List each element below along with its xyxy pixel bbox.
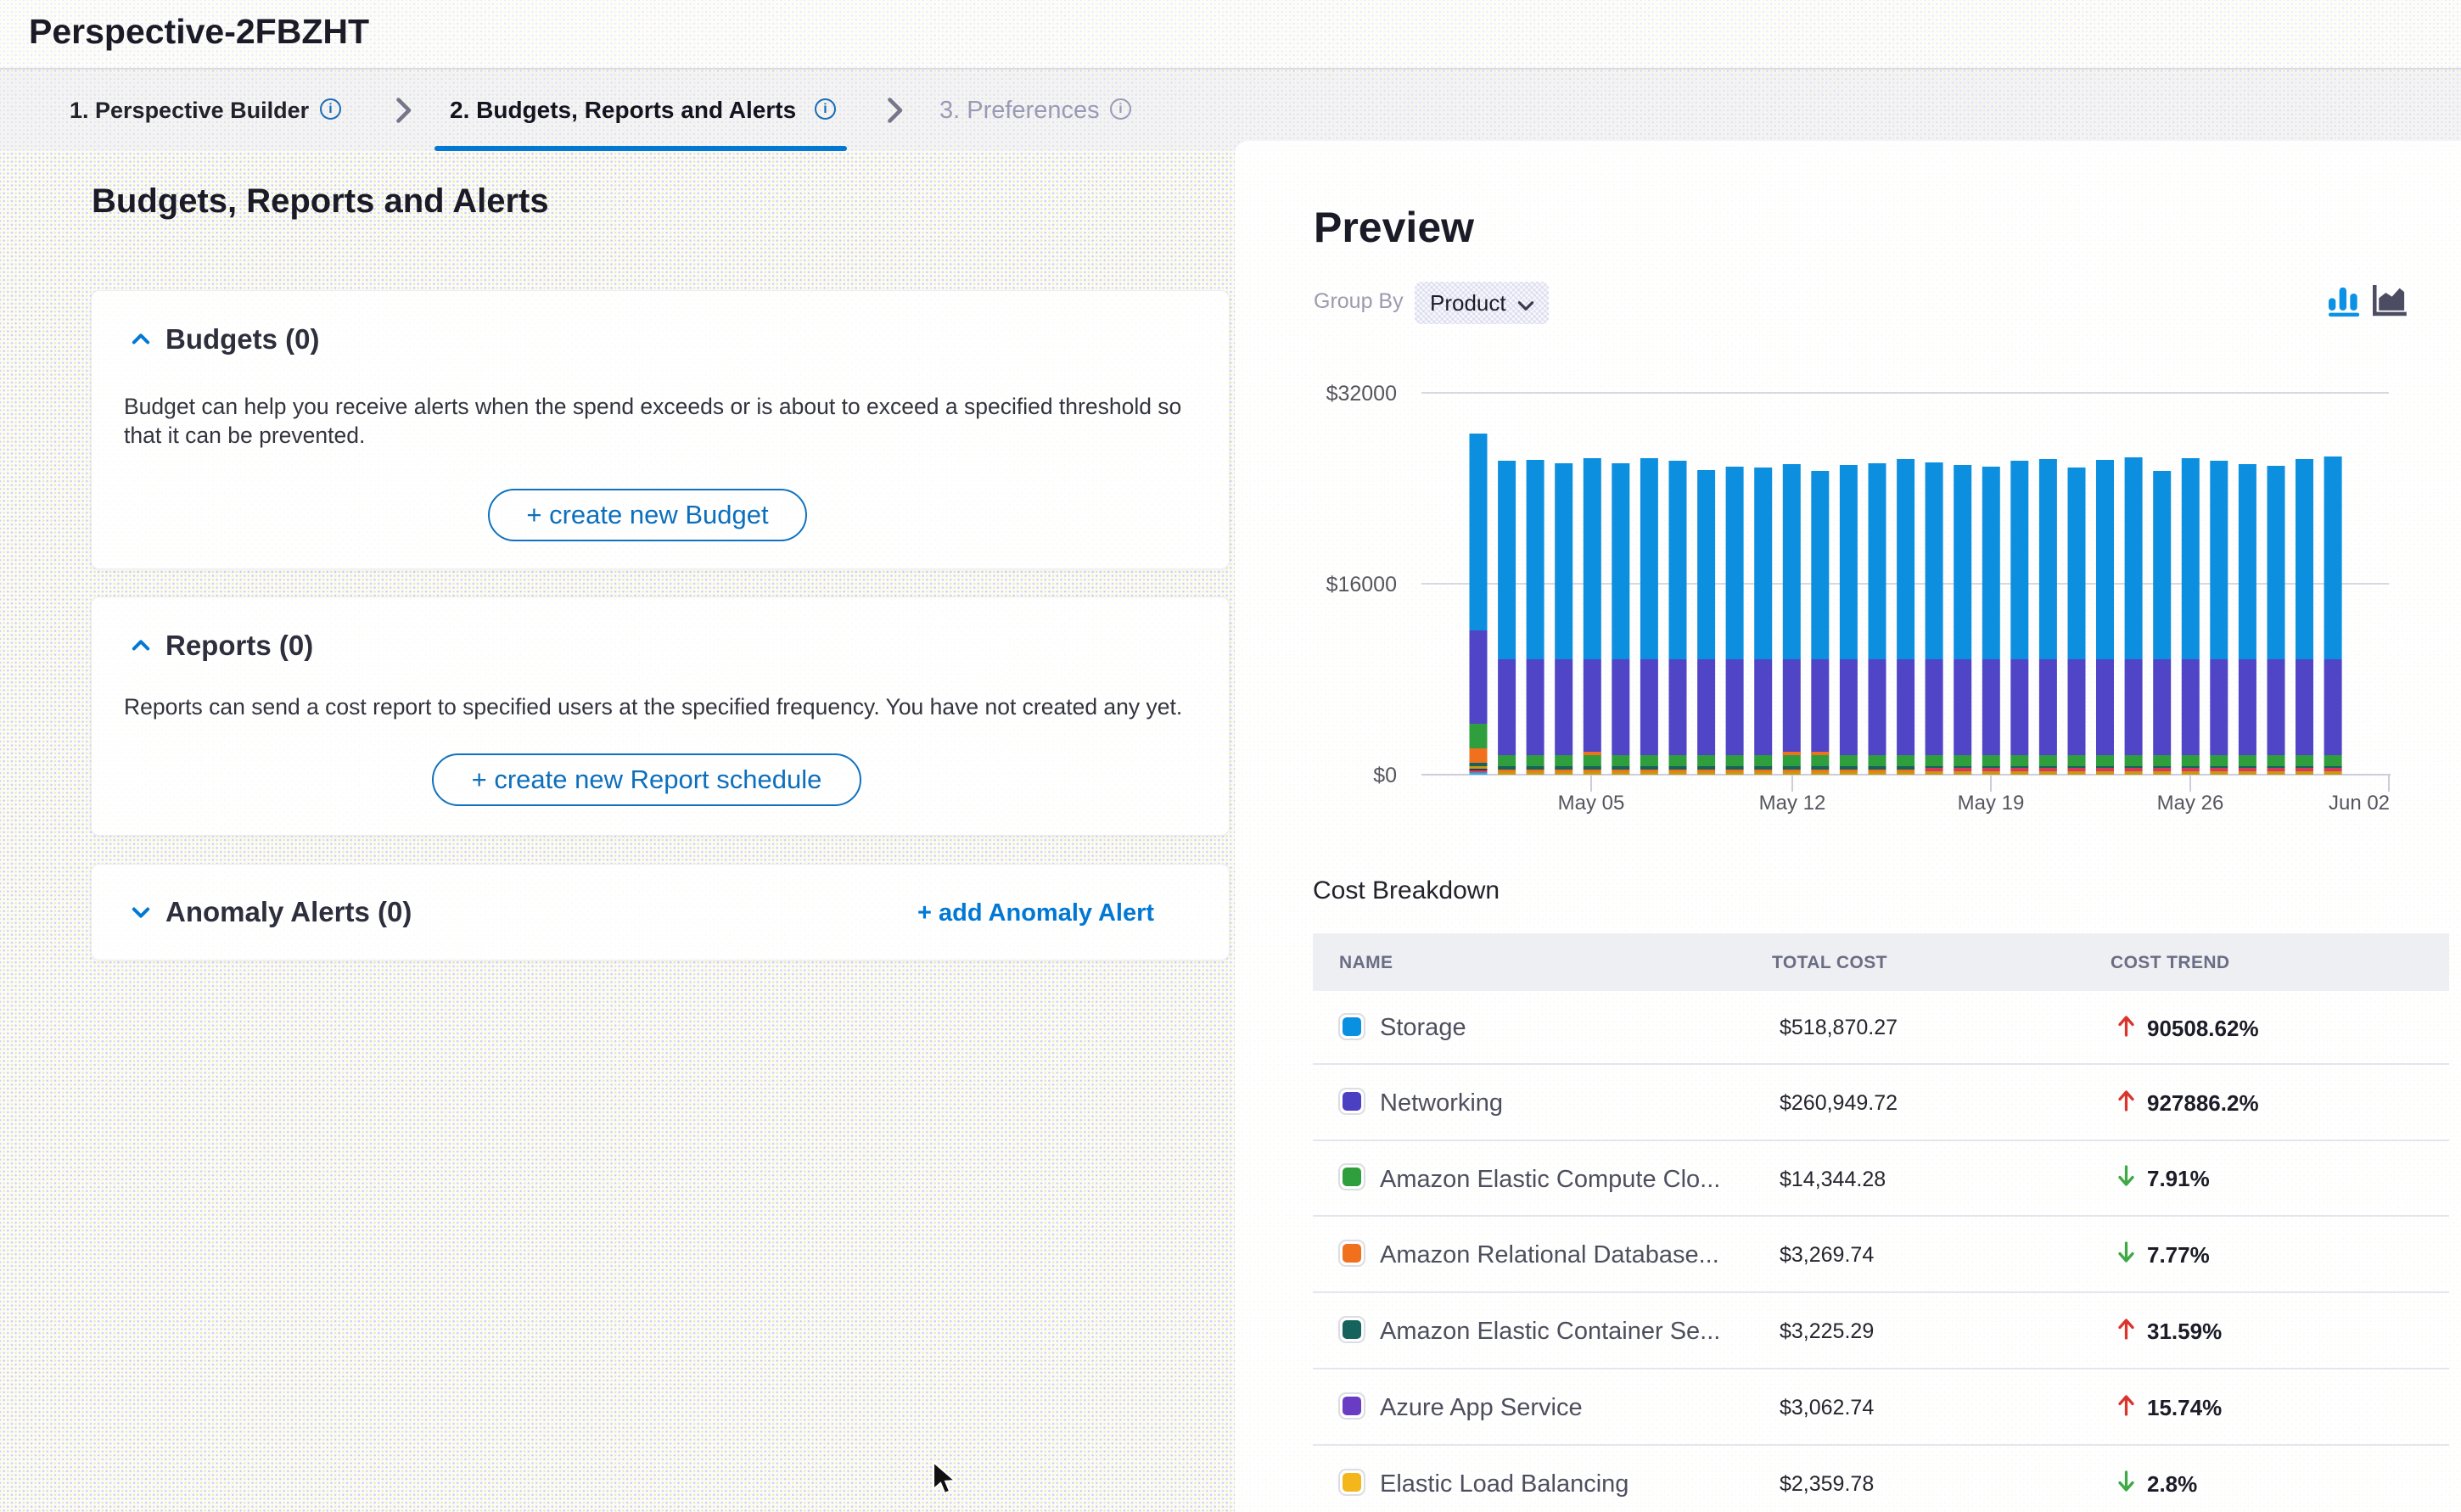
svg-text:May 12: May 12 [1759,792,1826,815]
svg-text:May 19: May 19 [1958,792,2025,815]
svg-text:May 26: May 26 [2157,792,2224,815]
svg-text:Jun 02: Jun 02 [2329,792,2390,815]
svg-text:$32000: $32000 [1326,382,1397,406]
svg-text:$0: $0 [1373,764,1397,787]
svg-text:May 05: May 05 [1558,792,1625,815]
svg-text:$16000: $16000 [1326,573,1397,596]
